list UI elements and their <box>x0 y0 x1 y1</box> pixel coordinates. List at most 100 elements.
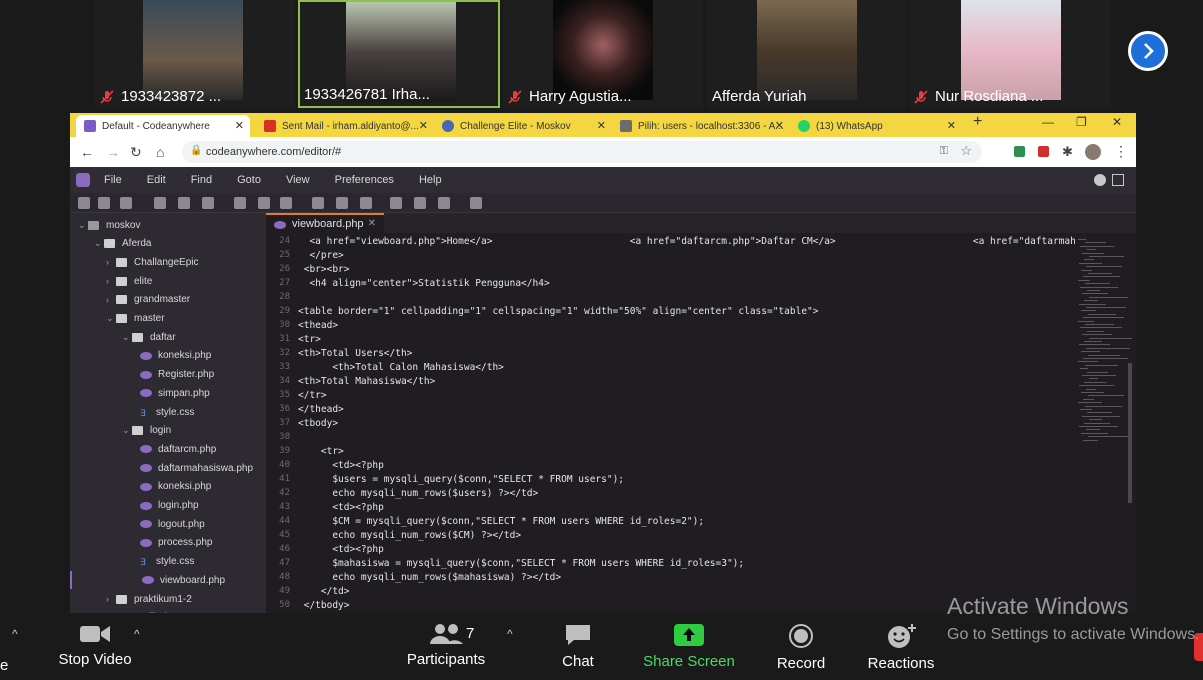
extension-icon[interactable] <box>1014 146 1025 157</box>
tree-item[interactable]: koneksi.php <box>140 347 211 365</box>
close-tab-icon[interactable]: ✕ <box>775 119 784 132</box>
undo-icon[interactable] <box>154 197 166 209</box>
browser-tab[interactable]: (13) WhatsApp ✕ <box>790 115 962 137</box>
code-line[interactable]: echo mysqli_num_rows($CM) ?></td> <box>298 530 521 544</box>
close-window-button[interactable]: ✕ <box>1112 115 1122 129</box>
code-line[interactable]: <td><?php <box>298 460 383 474</box>
code-line[interactable]: </thead> <box>298 404 344 418</box>
chevron-down-icon[interactable]: ⌄ <box>122 332 132 343</box>
preview-icon[interactable] <box>438 197 450 209</box>
tree-item[interactable]: ∃ style.css <box>140 403 194 421</box>
code-line[interactable]: echo mysqli_num_rows($users) ?></td> <box>298 488 538 502</box>
code-line[interactable]: <table border="1" cellpadding="1" cellsp… <box>298 306 818 320</box>
reactions-button[interactable]: Reactions <box>864 613 938 672</box>
format-icon[interactable] <box>360 197 372 209</box>
close-tab-icon[interactable]: ✕ <box>368 218 376 229</box>
tree-item[interactable]: koneksi.php <box>140 478 211 496</box>
connection-icon[interactable] <box>1094 174 1106 186</box>
code-line[interactable]: <thead> <box>298 320 338 334</box>
chevron-right-icon[interactable]: › <box>106 257 116 267</box>
close-tab-icon[interactable]: ✕ <box>597 119 606 132</box>
next-page-button[interactable] <box>1128 31 1168 71</box>
indent-icon[interactable] <box>312 197 324 209</box>
close-tab-icon[interactable]: ✕ <box>235 119 244 132</box>
tree-item[interactable]: › praktikum1-2 <box>106 590 192 608</box>
pdf-extension-icon[interactable] <box>1038 146 1049 157</box>
history-icon[interactable] <box>414 197 426 209</box>
tree-item[interactable]: daftarmahasiswa.php <box>140 459 253 477</box>
share-screen-button[interactable]: Share Screen <box>640 613 738 670</box>
code-editor[interactable]: 24 25 26 27 28 29 30 31 32 33 34 35 36 37 38 39 40 41 42 43… <box>266 233 1136 613</box>
participant-tile[interactable]: Harry Agustia... <box>503 0 703 108</box>
close-tab-icon[interactable]: ✕ <box>947 119 956 132</box>
maximize-button[interactable]: ❐ <box>1076 115 1087 129</box>
code-line[interactable]: <br><br> <box>298 264 350 278</box>
audio-options-chevron-icon[interactable]: ^ <box>12 627 18 641</box>
code-line[interactable]: <tr> <box>298 334 321 348</box>
refresh-icon[interactable] <box>202 197 214 209</box>
code-line[interactable]: <td><?php <box>298 502 383 516</box>
code-line[interactable]: </tbody> <box>298 600 350 613</box>
settings-gear-icon[interactable] <box>470 197 482 209</box>
save-icon[interactable] <box>98 197 110 209</box>
code-line[interactable]: <th>Total Calon Mahasiswa</th> <box>298 362 504 376</box>
new-tab-button[interactable]: + <box>973 113 982 131</box>
code-line[interactable]: <th>Total Users</th> <box>298 348 412 362</box>
tree-item[interactable]: › elite <box>106 272 152 290</box>
code-line[interactable]: </tr> <box>298 390 327 404</box>
browser-tab[interactable]: Challenge Elite - Moskov ✕ <box>434 115 612 137</box>
record-button[interactable]: Record <box>770 613 832 672</box>
editor-scrollbar[interactable] <box>1128 363 1132 503</box>
participant-tile[interactable]: Afferda Yuriah <box>706 0 906 108</box>
outdent-icon[interactable] <box>336 197 348 209</box>
tree-item[interactable]: simpan.php <box>140 384 210 402</box>
tree-item[interactable]: Register.php <box>140 366 214 384</box>
menu-file[interactable]: File <box>104 174 122 186</box>
stop-video-button[interactable]: Stop Video <box>52 613 138 668</box>
chevron-down-icon[interactable]: ⌄ <box>94 238 104 249</box>
tree-item[interactable]: ∃ style.css <box>140 553 194 571</box>
browser-tab[interactable]: Default - Codeanywhere ✕ <box>76 115 250 137</box>
puzzle-icon[interactable]: ✱ <box>1062 144 1073 160</box>
participant-tile-active[interactable]: 1933426781 Irha... <box>298 0 500 108</box>
bookmark-star-icon[interactable]: ☆ <box>960 143 972 159</box>
menu-edit[interactable]: Edit <box>147 174 166 186</box>
tree-item[interactable]: daftarcm.php <box>140 440 216 458</box>
participant-tile[interactable]: 1933423872 ... <box>95 0 295 108</box>
code-line[interactable]: echo mysqli_num_rows($mahasiswa) ?></td> <box>298 572 561 586</box>
code-line[interactable]: <h4 align="center">Statistik Pengguna</h… <box>298 278 549 292</box>
code-line[interactable]: $mahasiswa = mysqli_query($conn,"SELECT … <box>298 558 744 572</box>
back-icon[interactable]: ← <box>80 144 94 160</box>
chevron-down-icon[interactable]: ⌄ <box>122 425 132 436</box>
layout-icon[interactable] <box>1112 174 1124 186</box>
search-icon[interactable] <box>234 197 246 209</box>
editor-tab-viewboard[interactable]: viewboard.php ✕ <box>266 213 384 233</box>
minimize-button[interactable]: — <box>1042 115 1054 129</box>
chevron-right-icon[interactable]: › <box>106 594 116 604</box>
menu-find[interactable]: Find <box>191 174 212 186</box>
tree-item[interactable]: login.php <box>140 497 199 515</box>
tree-item[interactable]: ⌄ login <box>122 422 171 440</box>
code-line[interactable]: <a href="viewboard.php">Home</a> <a href… <box>298 236 1098 250</box>
menu-preferences[interactable]: Preferences <box>335 174 394 186</box>
tree-item[interactable]: › grandmaster <box>106 291 190 309</box>
chevron-right-icon[interactable]: › <box>106 295 116 305</box>
new-file-icon[interactable] <box>78 197 90 209</box>
minimap[interactable] <box>1076 233 1136 613</box>
menu-help[interactable]: Help <box>419 174 442 186</box>
profile-avatar[interactable] <box>1085 144 1101 160</box>
participant-tile[interactable]: Nur Rosdiana ... <box>909 0 1111 108</box>
home-icon[interactable]: ⌂ <box>156 144 164 160</box>
tree-item[interactable]: logout.php <box>140 515 205 533</box>
key-icon[interactable]: ⚿ <box>940 145 948 158</box>
tree-item[interactable]: process.php <box>140 534 212 552</box>
menu-kebab-icon[interactable]: ⋮ <box>1114 143 1128 160</box>
close-tab-icon[interactable]: ✕ <box>419 119 428 132</box>
code-line[interactable]: <td><?php <box>298 544 383 558</box>
tree-item[interactable]: ⌄ Aferda <box>94 235 151 253</box>
chevron-down-icon[interactable]: ⌄ <box>78 220 88 231</box>
tree-item[interactable]: › ChallangeEpic <box>106 253 199 271</box>
participants-options-chevron-icon[interactable]: ^ <box>507 627 513 641</box>
code-line[interactable]: <tr> <box>298 446 344 460</box>
code-line[interactable]: $users = mysqli_query($conn,"SELECT * FR… <box>298 474 624 488</box>
